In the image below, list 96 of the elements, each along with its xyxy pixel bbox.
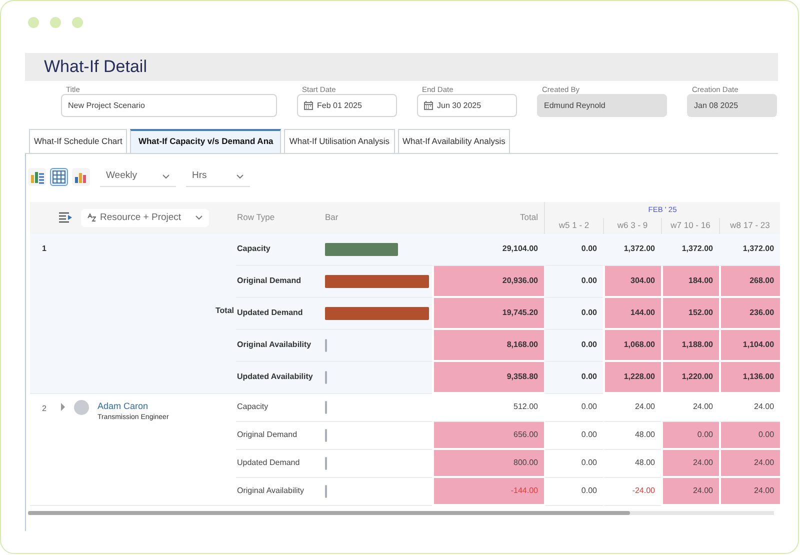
table-cell: 0.00 (581, 372, 597, 382)
input-field: Jan 08 2025 (687, 94, 777, 117)
table-cell: 24.00 (754, 402, 774, 412)
table-cell: 29,104.00 (502, 244, 538, 254)
table-cell: 1,068.00 (624, 340, 655, 349)
avatar (74, 400, 90, 415)
row-type: Capacity (237, 244, 270, 254)
table-cell: 268.00 (750, 276, 774, 285)
table-cell: 24.00 (754, 458, 774, 467)
table-cell: -24.00 (632, 486, 655, 496)
row-type: Updated Availability (237, 372, 313, 382)
column-header: w5 1 - 2 (558, 220, 590, 230)
row-type: Original Availability (237, 486, 304, 496)
input-field: Edmund Reynold (537, 94, 667, 117)
column-header: Row Type (237, 212, 275, 222)
dropdown[interactable]: Hrs (186, 166, 250, 187)
table-cell: 512.00 (514, 402, 538, 412)
tab[interactable]: What-If Availability Analysis (398, 129, 510, 153)
dropdown[interactable]: Weekly (100, 166, 176, 187)
table-cell: 1,220.00 (682, 372, 713, 381)
stacked-chart-icon (30, 170, 44, 184)
grid-icon (52, 170, 66, 184)
caret-icon (162, 174, 170, 179)
table-cell: 184.00 (688, 276, 713, 285)
column-header: Bar (325, 212, 338, 222)
row-type: Original Demand (237, 430, 298, 440)
view-button[interactable] (50, 168, 68, 186)
table-cell: 1,228.00 (624, 372, 655, 381)
row-number: 2 (42, 402, 46, 415)
table-cell: 0.00 (581, 340, 597, 350)
row-type: Capacity (237, 402, 268, 412)
table-cell: 1,372.00 (682, 244, 713, 254)
input-field[interactable]: New Project Scenario (61, 94, 277, 117)
resource-name-link[interactable]: Adam Caron (97, 400, 169, 414)
table-cell: 800.00 (514, 458, 538, 467)
row-label: Total (215, 304, 235, 317)
tab[interactable]: What-If Utilisation Analysis (284, 129, 395, 153)
table-cell: 0.00 (581, 458, 597, 468)
horizontal-scrollbar[interactable] (28, 510, 630, 515)
grouping-dropdown[interactable]: Resource + Project (81, 208, 210, 227)
table-cell: 0.00 (697, 430, 713, 439)
table-cell: 48.00 (634, 430, 655, 440)
window-dot (50, 17, 61, 28)
table-cell: 656.00 (514, 430, 538, 439)
view-button[interactable] (72, 168, 90, 186)
column-header: w7 10 - 16 (670, 220, 710, 230)
table-cell: 0.00 (581, 244, 597, 254)
expand-collapse-icon (59, 212, 73, 224)
table-cell: 0.00 (581, 430, 597, 440)
calendar-icon (304, 101, 313, 110)
calendar-icon (424, 101, 433, 110)
caret-icon (195, 215, 204, 220)
table-cell: 1,372.00 (624, 244, 655, 254)
table-cell: 1,136.00 (742, 372, 774, 381)
row-type: Original Demand (237, 276, 302, 286)
row-type: Original Availability (237, 340, 312, 350)
table-cell: 24.00 (634, 402, 655, 412)
row-type: Updated Demand (237, 458, 300, 468)
table-cell: 24.00 (692, 402, 713, 412)
table-cell: 144.00 (630, 308, 655, 317)
table-cell: 1,104.00 (742, 340, 774, 349)
column-header: w6 3 - 9 (617, 220, 648, 230)
table-cell: 24.00 (692, 458, 713, 467)
caret-icon (236, 174, 244, 179)
window-dot (72, 17, 83, 28)
table-cell: 19,745.20 (502, 308, 538, 317)
table-cell: 9,358.80 (506, 372, 538, 381)
table-cell: 304.00 (630, 276, 655, 285)
table-cell: 8,168.00 (506, 340, 538, 349)
table-cell: 1,188.00 (682, 340, 713, 349)
table-cell: 0.00 (581, 308, 597, 318)
table-cell: 0.00 (581, 276, 597, 286)
table-cell: 24.00 (754, 486, 774, 495)
table-cell: 152.00 (688, 308, 713, 317)
window-dot (28, 17, 39, 28)
table-cell: 48.00 (634, 458, 655, 468)
row-type: Updated Demand (237, 308, 303, 318)
table-cell: 0.00 (581, 402, 597, 412)
input-field[interactable]: Jun 30 2025 (417, 94, 517, 117)
sort-icon (87, 213, 96, 222)
expand-caret-icon[interactable] (60, 402, 66, 411)
window-title: What-If Detail (44, 56, 148, 78)
table-cell: 1,372.00 (742, 244, 774, 254)
column-header: Total (520, 212, 538, 222)
table-cell: 236.00 (750, 308, 774, 317)
table-cell: 20,936.00 (502, 276, 538, 285)
table-cell: -144.00 (510, 486, 538, 495)
view-button[interactable] (28, 168, 46, 186)
table-cell: 0.00 (758, 430, 774, 439)
column-header: w8 17 - 23 (730, 220, 770, 230)
table-cell: 0.00 (581, 486, 597, 496)
tab[interactable]: What-If Capacity v/s Demand Ana (130, 129, 282, 153)
row-number: 1 (42, 242, 48, 255)
table-cell: 24.00 (692, 486, 713, 495)
tab[interactable]: What-If Schedule Chart (29, 129, 128, 153)
input-field[interactable]: Feb 01 2025 (297, 94, 397, 117)
